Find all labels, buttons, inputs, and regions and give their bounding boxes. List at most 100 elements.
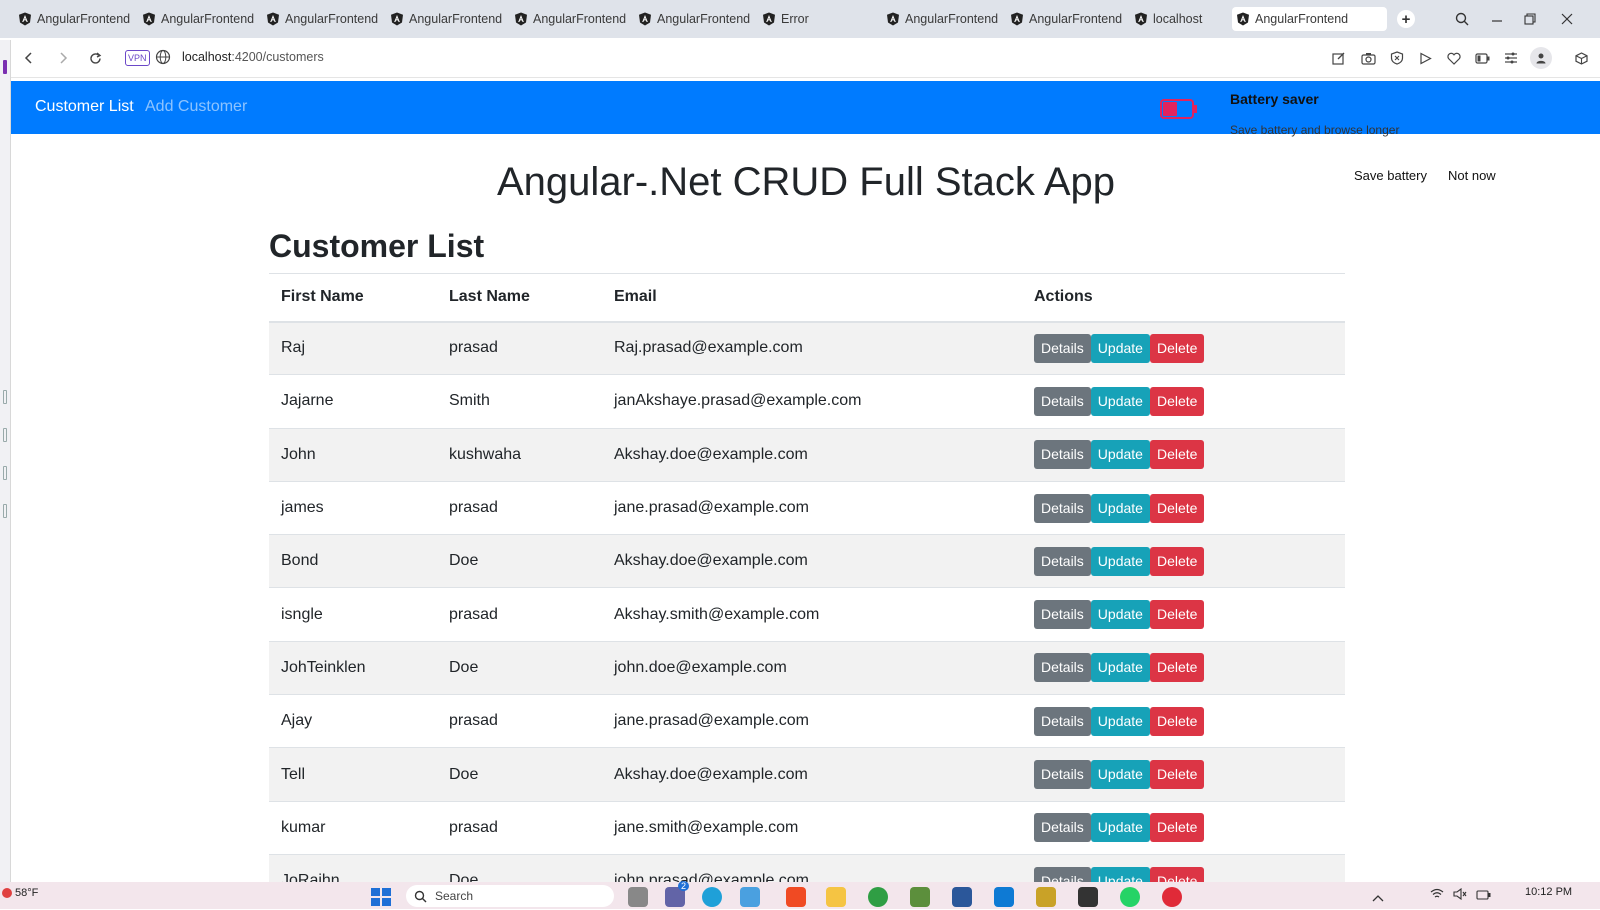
vpn-badge[interactable]: VPN: [125, 50, 150, 66]
delete-button[interactable]: Delete: [1149, 493, 1205, 523]
teams-icon[interactable]: 2: [665, 881, 690, 907]
table-row: Bond Doe Akshay.doe@example.com Details Upda…: [269, 534, 1345, 588]
tab-label: AngularFrontend: [161, 12, 255, 26]
edge-icon[interactable]: [702, 887, 722, 907]
sidebar-marker[interactable]: [3, 466, 7, 480]
details-button[interactable]: Details: [1034, 546, 1091, 576]
delete-button[interactable]: Delete: [1149, 546, 1205, 576]
update-button[interactable]: Update: [1090, 760, 1150, 790]
player-icon[interactable]: [1416, 49, 1434, 67]
tab-active[interactable]: AngularFrontend: [1232, 7, 1387, 31]
browser-tab[interactable]: AngularFrontend: [18, 7, 136, 31]
terminal-icon[interactable]: [1078, 887, 1098, 907]
nav-add-customer[interactable]: Add Customer: [145, 98, 247, 116]
nav-customer-list[interactable]: Customer List: [35, 98, 134, 116]
adblock-icon[interactable]: [1388, 49, 1406, 67]
sidebar-marker[interactable]: [3, 504, 7, 518]
delete-button[interactable]: Delete: [1149, 600, 1205, 630]
delete-button[interactable]: Delete: [1149, 653, 1205, 683]
details-button[interactable]: Details: [1034, 493, 1091, 523]
chrome-icon[interactable]: [868, 887, 888, 907]
opera-icon[interactable]: [1162, 887, 1182, 907]
cell-actions: Details Update Delete: [1022, 587, 1345, 642]
taskbar-clock[interactable]: 10:12 PM: [1525, 886, 1572, 898]
notepad-icon[interactable]: [1036, 887, 1056, 907]
details-button[interactable]: Details: [1034, 653, 1091, 683]
url-path: :4200/customers: [231, 50, 324, 64]
windows-start-icon[interactable]: [370, 887, 392, 907]
close-window-icon[interactable]: [1557, 9, 1577, 29]
tray-chevron-icon[interactable]: [1372, 890, 1386, 910]
url-field[interactable]: localhost:4200/customers: [182, 50, 324, 64]
details-button[interactable]: Details: [1034, 386, 1091, 416]
update-button[interactable]: Update: [1090, 493, 1150, 523]
details-button[interactable]: Details: [1034, 760, 1091, 790]
delete-button[interactable]: Delete: [1149, 760, 1205, 790]
restore-icon[interactable]: [1520, 9, 1540, 29]
browser-tab[interactable]: AngularFrontend: [266, 7, 384, 31]
browser-tab[interactable]: AngularFrontend: [638, 7, 756, 31]
details-button[interactable]: Details: [1034, 813, 1091, 843]
sidebar-marker[interactable]: [3, 390, 7, 404]
minimize-icon[interactable]: [1487, 9, 1507, 29]
vscode-icon[interactable]: [994, 887, 1014, 907]
cell-last-name: prasad: [437, 320, 602, 375]
update-button[interactable]: Update: [1090, 440, 1150, 470]
update-button[interactable]: Update: [1090, 600, 1150, 630]
column-header-email: Email: [602, 273, 1022, 323]
delete-button[interactable]: Delete: [1149, 386, 1205, 416]
update-button[interactable]: Update: [1090, 706, 1150, 736]
details-button[interactable]: Details: [1034, 706, 1091, 736]
taskbar-search[interactable]: Search: [406, 885, 614, 907]
whatsapp-icon[interactable]: [1120, 887, 1140, 907]
brave-icon[interactable]: [786, 887, 806, 907]
details-button[interactable]: Details: [1034, 440, 1091, 470]
details-button[interactable]: Details: [1034, 600, 1091, 630]
sidebar-marker[interactable]: [3, 60, 7, 74]
back-icon[interactable]: [19, 48, 39, 68]
reload-icon[interactable]: [85, 48, 105, 68]
delete-button[interactable]: Delete: [1149, 813, 1205, 843]
cell-actions: Details Update Delete: [1022, 374, 1345, 429]
camera-icon[interactable]: [1359, 49, 1377, 67]
table-row: Jajarne Smith janAkshaye.prasad@example.co…: [269, 374, 1345, 429]
forward-icon[interactable]: [53, 48, 73, 68]
table-row: isngle prasad Akshay.smith@example.com Deta…: [269, 587, 1345, 642]
file-explorer-icon[interactable]: [826, 887, 846, 907]
new-tab-button[interactable]: +: [1397, 10, 1415, 28]
volume-muted-icon[interactable]: [1453, 887, 1469, 907]
battery-toolbar-icon[interactable]: [1473, 49, 1491, 67]
angular-icon: [639, 12, 651, 26]
browser-tab[interactable]: AngularFrontend: [390, 7, 508, 31]
search-tabs-icon[interactable]: [1452, 9, 1472, 29]
browser-tab[interactable]: AngularFrontend: [1010, 7, 1128, 31]
heart-icon[interactable]: [1445, 49, 1463, 67]
delete-button[interactable]: Delete: [1149, 706, 1205, 736]
update-button[interactable]: Update: [1090, 813, 1150, 843]
word-icon[interactable]: [952, 887, 972, 907]
site-info-icon[interactable]: [155, 49, 171, 65]
task-view-icon[interactable]: [628, 887, 648, 907]
update-button[interactable]: Update: [1090, 333, 1150, 363]
angular-icon: [19, 12, 31, 26]
delete-button[interactable]: Delete: [1149, 333, 1205, 363]
wifi-icon[interactable]: [1430, 887, 1446, 907]
extension-box-icon[interactable]: [1572, 49, 1590, 67]
delete-button[interactable]: Delete: [1149, 440, 1205, 470]
details-button[interactable]: Details: [1034, 333, 1091, 363]
browser-tab[interactable]: AngularFrontend: [886, 7, 1004, 31]
profile-icon[interactable]: [1530, 47, 1552, 69]
update-button[interactable]: Update: [1090, 386, 1150, 416]
update-button[interactable]: Update: [1090, 653, 1150, 683]
snipping-tool-icon[interactable]: [740, 887, 760, 907]
browser-tab[interactable]: Error: [762, 7, 880, 31]
browser-tab[interactable]: AngularFrontend: [142, 7, 260, 31]
sidebar-marker[interactable]: [3, 428, 7, 442]
edit-page-icon[interactable]: [1330, 49, 1348, 67]
app-icon[interactable]: [910, 887, 930, 907]
easy-setup-icon[interactable]: [1502, 49, 1520, 67]
browser-tab[interactable]: AngularFrontend: [514, 7, 632, 31]
update-button[interactable]: Update: [1090, 546, 1150, 576]
battery-tray-icon[interactable]: [1476, 887, 1492, 907]
weather-widget[interactable]: 58°F: [2, 887, 38, 899]
